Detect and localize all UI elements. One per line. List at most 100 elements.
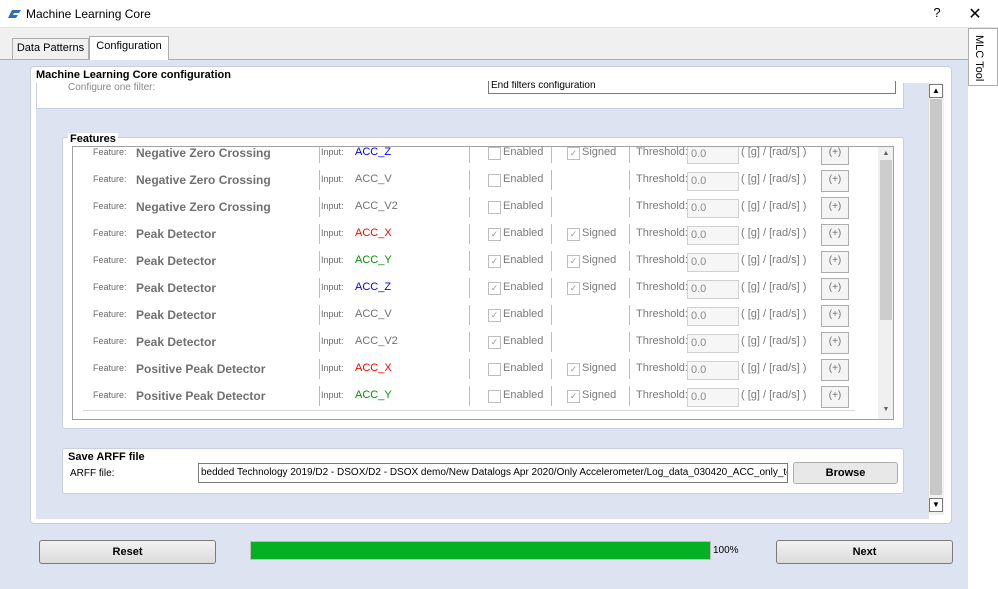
feature-name: Positive Peak Detector <box>136 389 266 403</box>
divider <box>629 224 630 244</box>
divider <box>551 332 552 352</box>
enabled-checkbox[interactable]: ✓ <box>488 228 501 241</box>
signed-label: Signed <box>582 389 617 401</box>
feature-name: Negative Zero Crossing <box>136 146 271 160</box>
enabled-label: Enabled <box>503 335 544 347</box>
enabled-checkbox[interactable]: ✓ <box>488 255 501 268</box>
save-arff-title: Save ARFF file <box>68 451 145 463</box>
enabled-label: Enabled <box>503 308 544 320</box>
features-scroll-thumb[interactable] <box>880 160 892 320</box>
divider <box>551 170 552 190</box>
add-feature-button[interactable]: (+) <box>821 147 849 165</box>
threshold-input[interactable]: 0.0 <box>687 172 739 191</box>
add-feature-button[interactable]: (+) <box>821 197 849 219</box>
feature-input: ACC_V2 <box>355 200 398 212</box>
scroll-down-icon[interactable]: ▼ <box>880 404 892 416</box>
threshold-input[interactable]: 0.0 <box>687 361 739 380</box>
divider <box>629 305 630 325</box>
enabled-label: Enabled <box>503 173 544 185</box>
next-button[interactable]: Next <box>776 540 953 564</box>
signed-checkbox[interactable]: ✓ <box>567 255 580 268</box>
enabled-checkbox[interactable]: ✓ <box>488 336 501 349</box>
divider <box>319 224 320 244</box>
feature-input: ACC_Y <box>355 389 392 401</box>
threshold-input[interactable]: 0.0 <box>687 226 739 245</box>
st-logo-icon <box>8 10 21 18</box>
threshold-input[interactable]: 0.0 <box>687 147 739 164</box>
add-feature-button[interactable]: (+) <box>821 251 849 273</box>
add-feature-button[interactable]: (+) <box>821 386 849 408</box>
threshold-label: Threshold: <box>636 173 688 185</box>
enabled-checkbox[interactable] <box>488 147 501 160</box>
threshold-unit: ( [g] / [rad/s] ) <box>741 146 807 158</box>
enabled-checkbox[interactable] <box>488 201 501 214</box>
features-title: Features <box>68 133 118 145</box>
signed-checkbox[interactable]: ✓ <box>567 282 580 295</box>
add-feature-button[interactable]: (+) <box>821 332 849 354</box>
feature-name: Positive Peak Detector <box>136 362 266 376</box>
signed-checkbox[interactable]: ✓ <box>567 390 580 403</box>
feature-row: Feature: Peak Detector Input: ACC_Z ✓ Enabled… <box>83 275 855 303</box>
divider <box>629 170 630 190</box>
enabled-label: Enabled <box>503 200 544 212</box>
enabled-label: Enabled <box>503 146 544 158</box>
main-scroll-up-icon[interactable]: ▲ <box>929 84 943 98</box>
threshold-input[interactable]: 0.0 <box>687 199 739 218</box>
threshold-input[interactable]: 0.0 <box>687 307 739 326</box>
mlc-tool-side-tab[interactable]: MLC Tool <box>968 28 998 86</box>
help-button[interactable]: ? <box>928 5 946 23</box>
browse-button[interactable]: Browse <box>793 462 898 484</box>
feature-input: ACC_V2 <box>355 335 398 347</box>
feature-input: ACC_X <box>355 362 392 374</box>
main-scroll-down-icon[interactable]: ▼ <box>929 498 943 512</box>
arff-file-label: ARFF file: <box>70 468 115 479</box>
close-button[interactable]: ✕ <box>964 4 986 24</box>
feature-row: Feature: Negative Zero Crossing Input: ACC_… <box>83 167 855 195</box>
signed-checkbox[interactable]: ✓ <box>567 147 580 160</box>
threshold-input[interactable]: 0.0 <box>687 334 739 353</box>
signed-label: Signed <box>582 362 617 374</box>
window-title: Machine Learning Core <box>26 7 151 21</box>
add-feature-button[interactable]: (+) <box>821 224 849 246</box>
tab-configuration[interactable]: Configuration <box>89 36 169 60</box>
signed-checkbox[interactable]: ✓ <box>567 228 580 241</box>
reset-button[interactable]: Reset <box>39 540 216 564</box>
threshold-input[interactable]: 0.0 <box>687 280 739 299</box>
threshold-unit: ( [g] / [rad/s] ) <box>741 335 807 347</box>
feature-name: Peak Detector <box>136 308 217 322</box>
divider <box>469 147 470 163</box>
add-feature-button[interactable]: (+) <box>821 170 849 192</box>
threshold-label: Threshold: <box>636 335 688 347</box>
divider <box>319 359 320 379</box>
input-prefix: Input: <box>321 174 344 184</box>
arff-path-input[interactable]: bedded Technology 2019/D2 - DSOX/D2 - DS… <box>198 463 788 483</box>
input-prefix: Input: <box>321 309 344 319</box>
divider <box>629 359 630 379</box>
threshold-input[interactable]: 0.0 <box>687 388 739 407</box>
scroll-up-icon[interactable]: ▲ <box>880 148 892 160</box>
signed-checkbox[interactable]: ✓ <box>567 363 580 376</box>
feature-name: Peak Detector <box>136 281 217 295</box>
input-prefix: Input: <box>321 282 344 292</box>
divider <box>629 251 630 271</box>
feature-prefix: Feature: <box>93 255 127 265</box>
threshold-unit: ( [g] / [rad/s] ) <box>741 281 807 293</box>
enabled-checkbox[interactable]: ✓ <box>488 309 501 322</box>
threshold-input[interactable]: 0.0 <box>687 253 739 272</box>
feature-prefix: Feature: <box>93 228 127 238</box>
filter-select[interactable]: End filters configuration <box>488 81 896 94</box>
add-feature-button[interactable]: (+) <box>821 278 849 300</box>
tab-data-patterns[interactable]: Data Patterns <box>12 38 89 59</box>
add-feature-button[interactable]: (+) <box>821 305 849 327</box>
enabled-checkbox[interactable] <box>488 174 501 187</box>
enabled-label: Enabled <box>503 227 544 239</box>
enabled-checkbox[interactable] <box>488 390 501 403</box>
enabled-checkbox[interactable]: ✓ <box>488 282 501 295</box>
add-feature-button[interactable]: (+) <box>821 359 849 381</box>
feature-input: ACC_Y <box>355 254 392 266</box>
feature-input: ACC_V <box>355 173 392 185</box>
enabled-checkbox[interactable] <box>488 363 501 376</box>
enabled-label: Enabled <box>503 254 544 266</box>
main-scroll-thumb[interactable] <box>930 99 942 495</box>
feature-row: Feature: Peak Detector Input: ACC_V ✓ Enabled… <box>83 302 855 330</box>
